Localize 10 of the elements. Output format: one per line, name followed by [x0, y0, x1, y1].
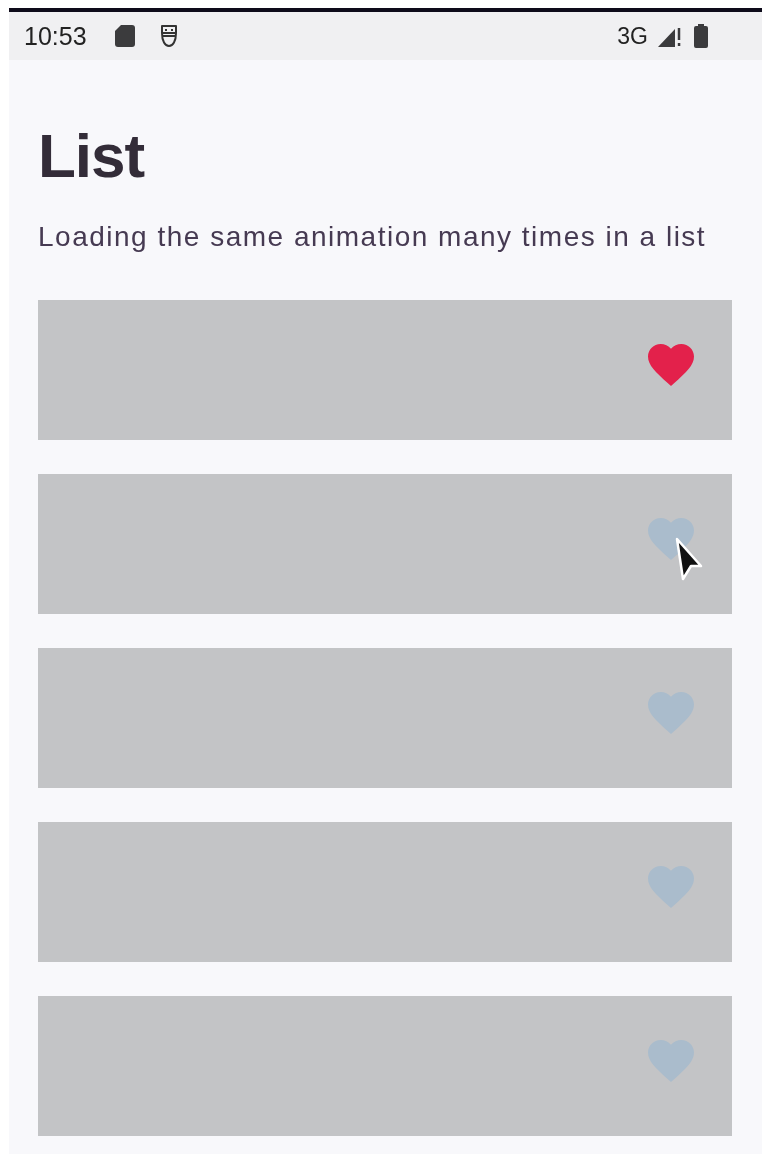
- sd-card-icon: [114, 25, 135, 47]
- signal-icon: [658, 25, 682, 47]
- notification-icon: [158, 24, 179, 48]
- status-time: 10:53: [24, 21, 87, 51]
- mouse-cursor-icon: [674, 536, 704, 582]
- network-type: 3G: [617, 22, 648, 50]
- battery-icon: [694, 24, 708, 48]
- page-subtitle: Loading the same animation many times in a list: [38, 220, 707, 254]
- page-title: List: [38, 120, 145, 192]
- heart-icon[interactable]: [648, 517, 694, 561]
